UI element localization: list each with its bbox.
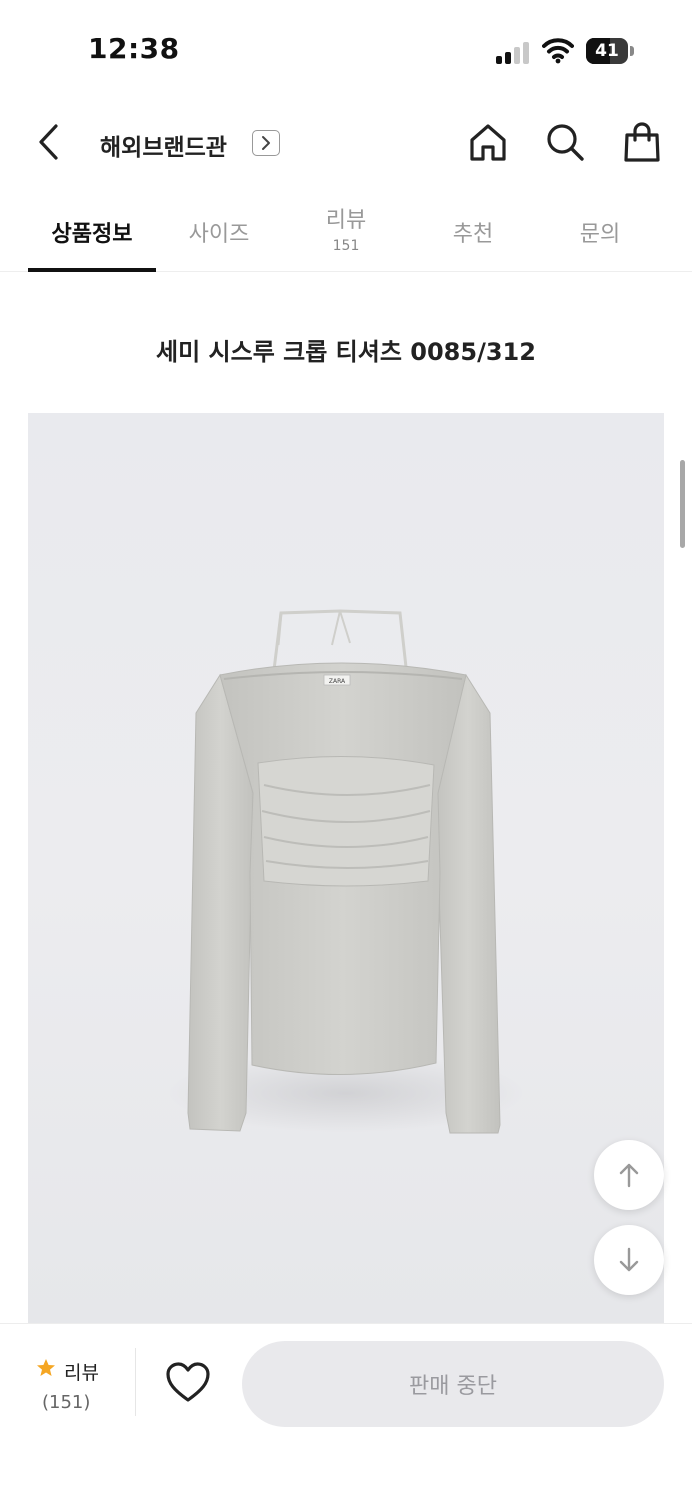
tab-review[interactable]: 리뷰 151 (282, 190, 410, 272)
tab-product-info[interactable]: 상품정보 (28, 190, 156, 272)
scroll-down-button[interactable] (594, 1225, 664, 1295)
tab-label: 사이즈 (188, 222, 250, 247)
arrow-down-icon (619, 1247, 639, 1272)
battery-level: 41 (595, 41, 619, 61)
brand-link-button[interactable] (252, 130, 280, 156)
chevron-right-icon (262, 136, 270, 150)
brand-title[interactable]: 해외브랜드관 (100, 128, 227, 162)
back-button[interactable] (28, 120, 72, 164)
brand-tag-text: ZARA (329, 678, 346, 685)
tab-label: 리뷰 (325, 208, 367, 233)
top-nav: 해외브랜드관 (0, 100, 692, 190)
tab-label: 문의 (579, 222, 621, 247)
signal-icon (496, 40, 532, 64)
bottom-action-bar: 리뷰 (151) 판매 중단 (0, 1323, 692, 1500)
tab-review-count: 151 (332, 238, 360, 254)
wifi-icon (542, 38, 574, 64)
battery-icon: 41 (586, 38, 634, 64)
arrow-up-icon (619, 1163, 639, 1188)
divider (135, 1348, 136, 1416)
active-tab-indicator (28, 268, 156, 272)
heart-icon (166, 1362, 210, 1402)
tab-size[interactable]: 사이즈 (155, 190, 283, 272)
sold-out-button[interactable]: 판매 중단 (242, 1341, 664, 1427)
home-icon[interactable] (466, 120, 510, 164)
tab-label: 추천 (452, 222, 494, 247)
search-icon[interactable] (543, 120, 587, 164)
scroll-up-button[interactable] (594, 1140, 664, 1210)
review-count: (151) (42, 1392, 91, 1413)
tab-recommend[interactable]: 추천 (409, 190, 537, 272)
tab-inquiry[interactable]: 문의 (536, 190, 664, 272)
wishlist-heart-button[interactable] (164, 1360, 212, 1404)
review-summary-button[interactable]: 리뷰 (151) (28, 1354, 138, 1418)
product-tabs: 상품정보 사이즈 리뷰 151 추천 문의 (0, 190, 692, 272)
product-photo: ZARA (166, 609, 526, 1134)
status-time: 12:38 (88, 32, 180, 65)
shopping-bag-icon[interactable] (620, 120, 664, 164)
status-bar: 12:38 41 (0, 0, 692, 100)
tab-label: 상품정보 (51, 222, 133, 247)
star-icon (37, 1359, 55, 1376)
product-title: 세미 시스루 크롭 티셔츠 0085/312 (156, 338, 536, 366)
chevron-left-icon (39, 124, 58, 160)
scrollbar[interactable] (680, 460, 685, 548)
review-label: 리뷰 (64, 1362, 99, 1384)
product-image[interactable]: ZARA (28, 413, 664, 1323)
